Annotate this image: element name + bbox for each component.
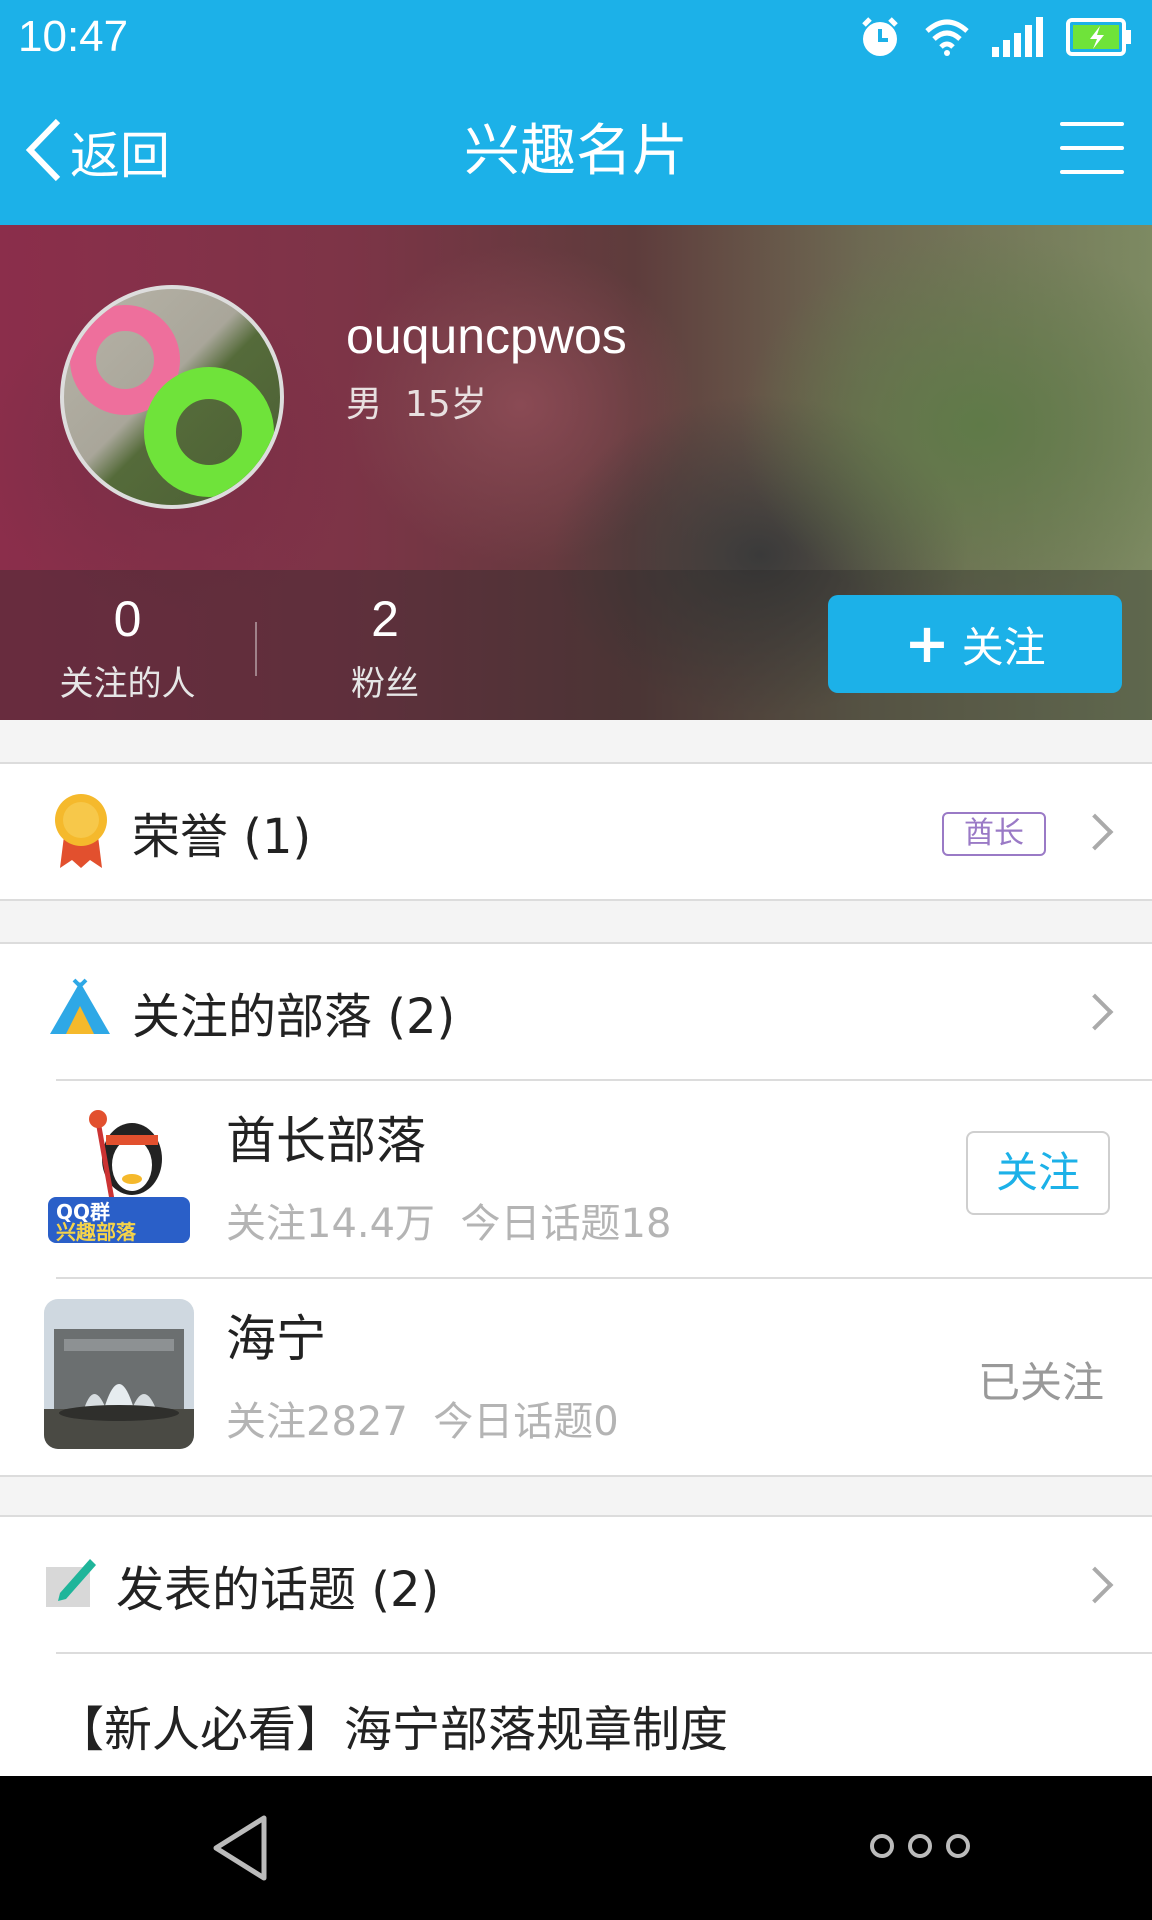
honor-row[interactable]: 荣誉 (1) 酋长 bbox=[0, 764, 1152, 899]
tribe-followers: 关注14.4万 bbox=[226, 1201, 436, 1247]
user-gender: 男 bbox=[346, 384, 383, 425]
avatar-green-ring bbox=[144, 367, 274, 497]
stat-divider bbox=[255, 622, 257, 676]
follow-button[interactable]: + 关注 bbox=[828, 595, 1122, 693]
edit-icon bbox=[44, 1553, 100, 1613]
tribe-meta: 关注2827 今日话题0 bbox=[226, 1389, 619, 1447]
chevron-right-icon bbox=[1076, 1566, 1114, 1603]
fans-label: 粉丝 bbox=[351, 664, 419, 704]
user-info: 男 15岁 bbox=[346, 375, 487, 427]
tribes-label: 关注的部落 (2) bbox=[132, 988, 456, 1045]
tribe-item[interactable]: 海宁 关注2827 今日话题0 已关注 bbox=[44, 1277, 1152, 1475]
posts-divider bbox=[56, 1652, 1152, 1654]
profile-banner: ouquncpwos 男 15岁 0 关注的人 2 粉丝 + 关注 bbox=[0, 225, 1152, 720]
chevron-right-icon bbox=[1076, 813, 1114, 850]
honor-section: 荣誉 (1) 酋长 bbox=[0, 762, 1152, 901]
status-bar: 10:47 bbox=[0, 0, 1152, 78]
following-stat[interactable]: 0 关注的人 bbox=[40, 590, 215, 705]
svg-text:兴趣部落: 兴趣部落 bbox=[56, 1220, 137, 1244]
tribe-meta: 关注14.4万 今日话题18 bbox=[226, 1191, 671, 1249]
chevron-right-icon bbox=[1076, 993, 1114, 1030]
signal-icon bbox=[992, 17, 1044, 61]
tribe-followed-status: 已关注 bbox=[977, 1358, 1104, 1407]
medal-icon bbox=[54, 792, 108, 872]
follow-button-label: 关注 bbox=[961, 622, 1046, 672]
page-title: 兴趣名片 bbox=[464, 119, 688, 184]
tribe-topics-today: 今日话题0 bbox=[433, 1399, 619, 1445]
nav-back-icon[interactable] bbox=[208, 1812, 272, 1888]
avatar[interactable] bbox=[60, 285, 284, 509]
honor-label: 荣誉 (1) bbox=[132, 808, 312, 865]
stats-strip: 0 关注的人 2 粉丝 + 关注 bbox=[0, 570, 1152, 720]
following-label: 关注的人 bbox=[59, 664, 196, 704]
title-bar: 返回 兴趣名片 bbox=[0, 78, 1152, 225]
following-count: 0 bbox=[113, 591, 142, 647]
tribe-follow-button[interactable]: 关注 bbox=[966, 1131, 1110, 1215]
tribe-logo-qq-interest: QQ群 兴趣部落 bbox=[44, 1101, 194, 1251]
menu-icon[interactable] bbox=[1060, 122, 1124, 178]
alarm-icon bbox=[858, 15, 902, 63]
tribe-name: 海宁 bbox=[226, 1310, 326, 1368]
tent-icon bbox=[48, 978, 112, 1040]
tribe-followers: 关注2827 bbox=[226, 1399, 408, 1445]
posts-row[interactable]: 发表的话题 (2) bbox=[0, 1517, 1152, 1652]
plus-icon: + bbox=[904, 612, 950, 675]
tribes-row[interactable]: 关注的部落 (2) bbox=[0, 944, 1152, 1079]
status-icons bbox=[858, 14, 1132, 64]
fans-count: 2 bbox=[371, 591, 399, 647]
tribe-item[interactable]: QQ群 兴趣部落 酋长部落 关注14.4万 今日话题18 关注 bbox=[44, 1079, 1152, 1277]
tribe-topics-today: 今日话题18 bbox=[460, 1201, 672, 1247]
user-age: 15岁 bbox=[404, 384, 487, 425]
wifi-icon bbox=[924, 17, 970, 61]
post-title[interactable]: 【新人必看】海宁部落规章制度 bbox=[56, 1690, 728, 1760]
tribes-section: 关注的部落 (2) QQ群 兴趣部落 酋长部落 关注14.4万 今日话题18 关注… bbox=[0, 942, 1152, 1477]
honor-tag: 酋长 bbox=[942, 812, 1046, 856]
tribe-name: 酋长部落 bbox=[226, 1112, 426, 1170]
nav-more-icon[interactable] bbox=[870, 1834, 970, 1858]
fans-stat[interactable]: 2 粉丝 bbox=[330, 590, 440, 705]
tribe-photo-haining bbox=[44, 1299, 194, 1449]
username: ouquncpwos bbox=[346, 308, 627, 364]
navigation-bar bbox=[0, 1776, 1152, 1920]
battery-charging-icon bbox=[1066, 18, 1132, 60]
status-time: 10:47 bbox=[18, 12, 129, 61]
posts-label: 发表的话题 (2) bbox=[116, 1561, 440, 1618]
